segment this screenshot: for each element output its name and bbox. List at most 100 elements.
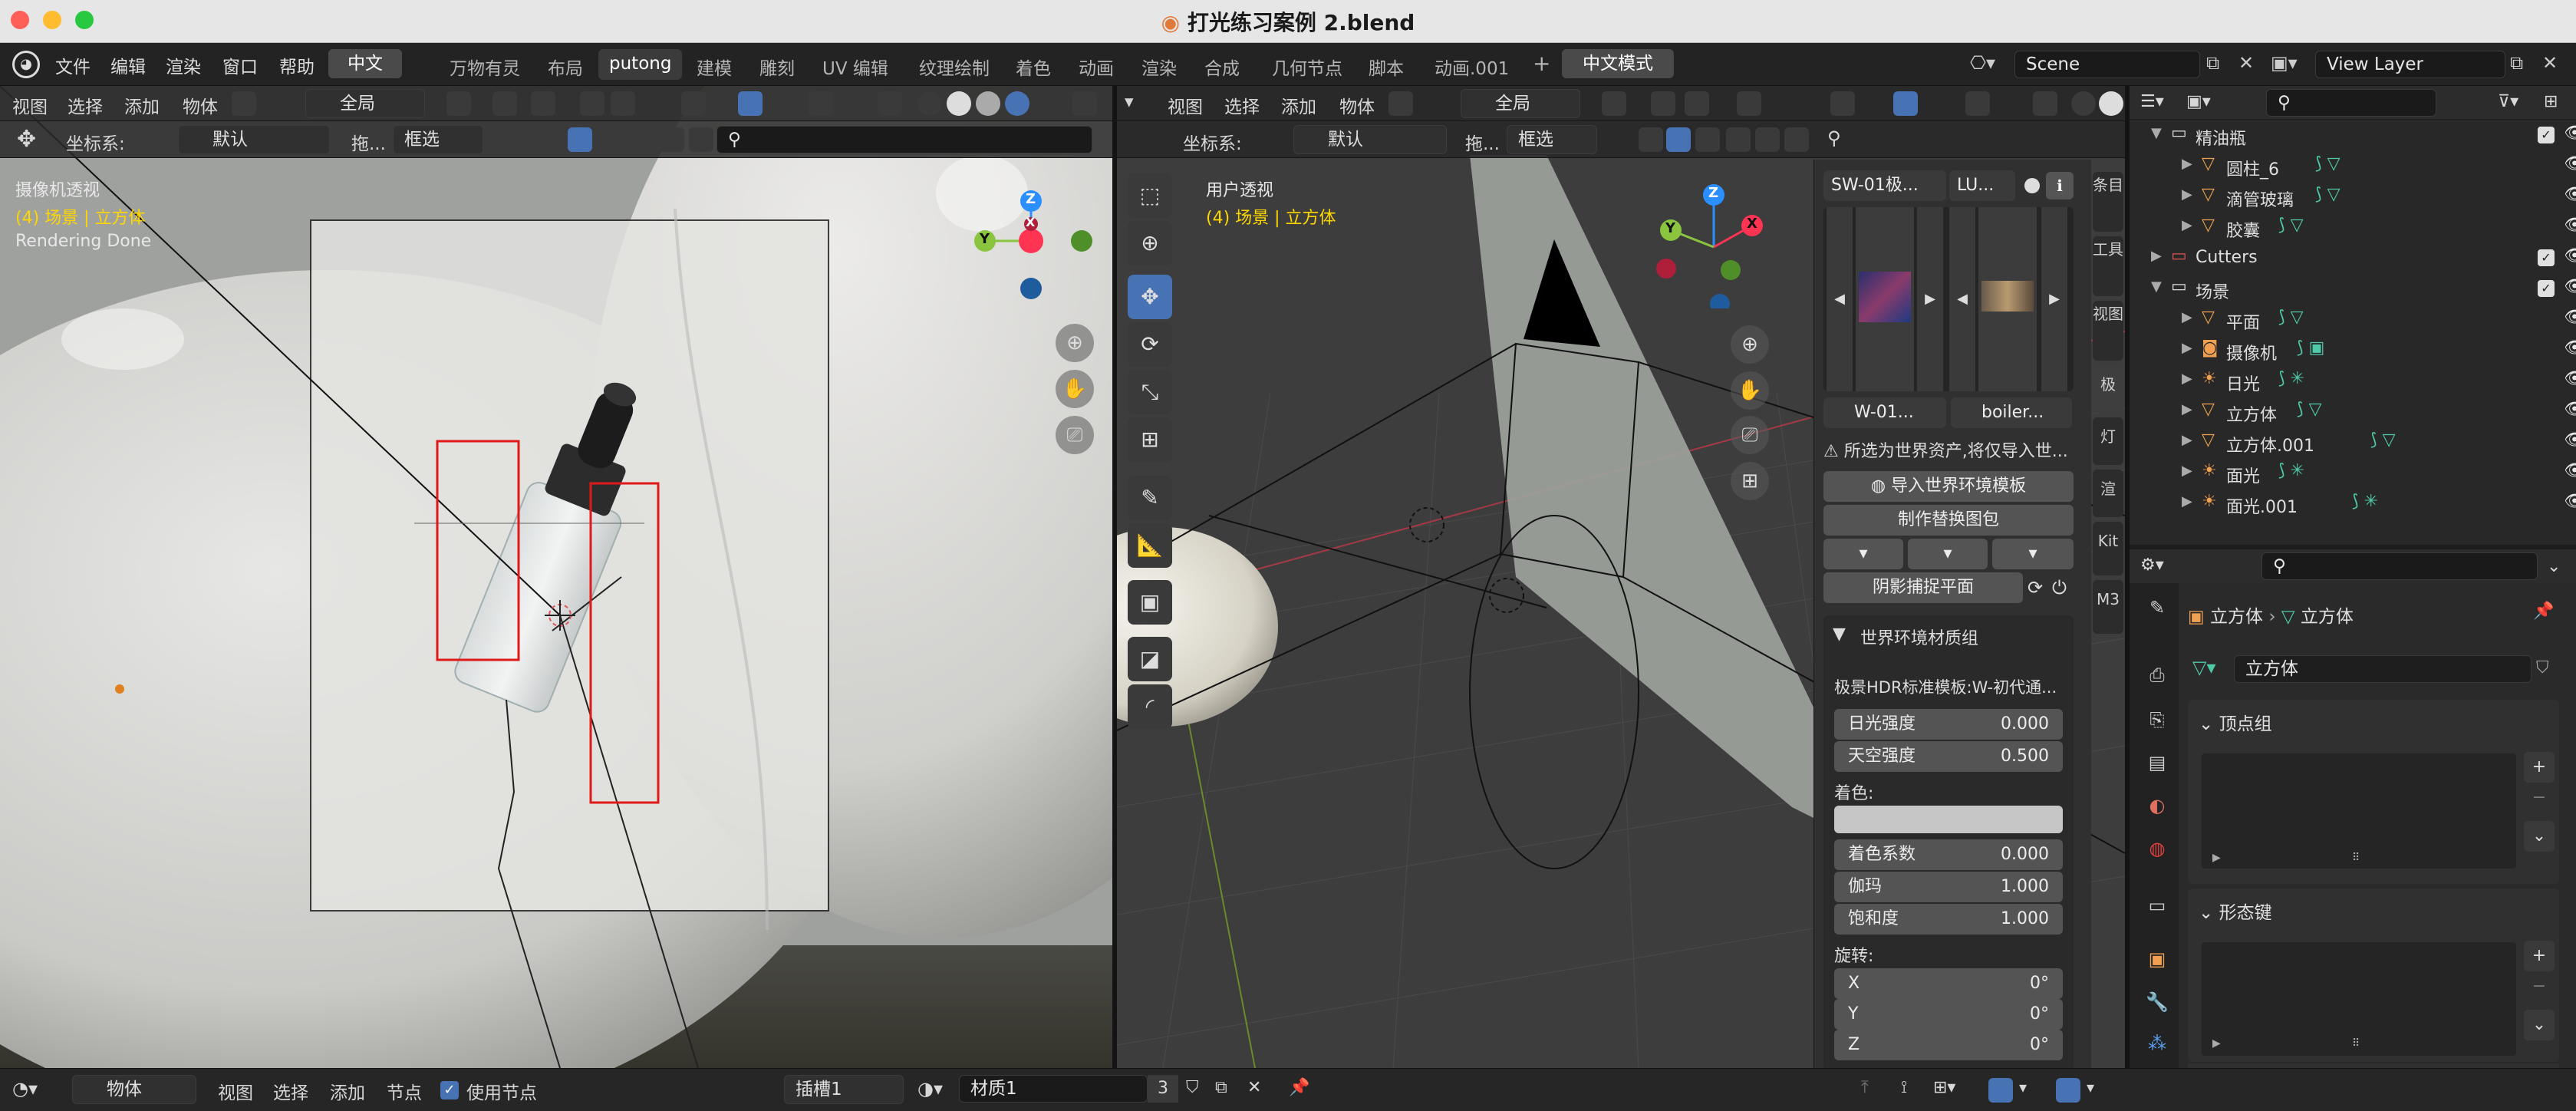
object-mode-icon[interactable] [232,91,256,116]
collapsed-chevron-icon[interactable]: ▶ [2151,248,2162,264]
drag-dropdown[interactable]: 框选 [1507,125,1597,154]
move-tool-icon[interactable]: ✥ [1128,275,1172,319]
drag-dropdown[interactable]: 框选 [393,125,483,154]
collapsed-chevron-icon[interactable]: ▶ [2182,463,2192,479]
tab-workspace[interactable]: 动画.001 [1424,49,1520,80]
menu-node[interactable]: 节点 [387,1078,422,1104]
tint-color-swatch[interactable] [1834,806,2063,833]
pivot-icon[interactable] [1602,91,1626,116]
editor-type-icon[interactable]: ⚙▾ [2140,556,2164,575]
collapse-icon[interactable]: ▼ [1833,625,1846,644]
compositor-icon[interactable] [1784,127,1809,152]
menu-add[interactable]: 添加 [330,1078,365,1104]
menu-select[interactable]: 选择 [1224,92,1260,118]
object-data-icon[interactable]: ⟆ ▽ [2315,154,2340,173]
copy-scene-icon[interactable]: ⧉ [2206,52,2219,74]
outliner-row[interactable]: ▶▽立方体.001⟆ ▽👁⎙ [2130,427,2576,457]
refresh-icon[interactable]: ⟳ [2028,577,2043,598]
exclude-checkbox[interactable]: ✓ [2538,280,2555,297]
select-tool-icon[interactable]: ⬚ [1128,173,1172,218]
blender-logo-icon[interactable]: ◕ [12,51,40,78]
scale-tool-icon[interactable]: ⤡ [1128,370,1172,414]
collapsed-chevron-icon[interactable]: ▶ [2182,217,2192,233]
overlay-icon[interactable] [1988,1078,2013,1103]
backdrop-dropdown-icon[interactable]: ▾ [2087,1078,2094,1096]
menu-view[interactable]: 视图 [1168,92,1203,118]
collapsed-chevron-icon[interactable]: ▶ [2182,401,2192,417]
outliner-row[interactable]: ▶▽立方体⟆ ▽👁⎙ [2130,396,2576,427]
scene-tab-icon[interactable]: ◐ [2142,790,2172,821]
collapsed-chevron-icon[interactable]: ▶ [2182,156,2192,172]
tab-workspace[interactable]: 雕刻 [749,49,805,80]
scene-name-field[interactable]: Scene [2014,51,2200,78]
preset-dot-icon[interactable] [2024,178,2040,193]
xray-icon[interactable] [2033,91,2057,116]
eye-icon[interactable]: 👁 [2564,308,2576,327]
sun-strength-field[interactable]: 日光强度 0.000 [1834,709,2063,740]
camera-view-icon[interactable]: ⎚ [1056,416,1094,454]
add-workspace-button[interactable]: + [1522,49,1561,80]
eye-icon[interactable]: 👁 [2564,216,2576,235]
material-icon[interactable] [1695,127,1720,152]
add-shape-key-button[interactable]: + [2524,941,2555,971]
falloff-icon[interactable] [611,91,635,116]
tab-workspace[interactable]: 着色 [1005,49,1062,80]
next-preview-icon[interactable]: ▶ [1917,207,1943,391]
pivot-icon[interactable] [446,91,471,116]
eye-icon[interactable]: 👁 [2564,400,2576,419]
next-preview-icon[interactable]: ▶ [2041,207,2067,391]
snap-icon[interactable] [1651,91,1675,116]
render-icon[interactable] [1755,127,1780,152]
npanel-dropdown[interactable]: ▾ [1992,539,2074,569]
backdrop-icon[interactable] [2056,1078,2080,1103]
tab-m3[interactable]: M3 [2093,580,2123,634]
shape-keys-header[interactable]: ⌄ 形态键 [2199,898,2272,924]
view-layer-field[interactable]: View Layer [2315,51,2505,78]
modifier-tab-icon[interactable]: 🔧 [2142,987,2172,1017]
select-box-mode-icon[interactable] [568,127,592,152]
color-picker-icon[interactable] [1639,127,1663,152]
exclude-checkbox[interactable]: ✓ [2538,127,2555,143]
outliner-row[interactable]: ▶☀面光.001⟆ ✳👁⎙ [2130,488,2576,519]
wireframe-shading-icon[interactable] [917,91,942,116]
material-user-count[interactable]: 3 [1148,1075,1178,1103]
tab-workspace[interactable]: putong [598,49,683,80]
tool-tab-icon[interactable]: ✎ [2142,592,2172,623]
search-icon[interactable]: ⚲ [1827,127,1841,149]
sky-strength-field[interactable]: 天空强度 0.500 [1834,741,2063,772]
properties-search-input[interactable]: ⚲ [2261,552,2538,580]
solid-shading-icon[interactable] [2099,91,2123,116]
tab-workspace[interactable]: 脚本 [1358,49,1415,80]
remove-vertex-group-button[interactable]: − [2524,783,2555,813]
menu-help[interactable]: 帮助 [279,52,315,78]
preview-slot[interactable] [1978,207,2037,391]
vertex-group-specials-button[interactable]: ⌄ [2524,821,2555,852]
tab-workspace[interactable]: 布局 [537,49,594,80]
navigation-gizmo[interactable]: Z Y X [970,178,1100,308]
material-browse-icon[interactable]: ◑▾ [917,1078,943,1099]
tint-factor-field[interactable]: 着色系数 0.000 [1834,839,2063,870]
rotation-z-field[interactable]: Z 0° [1834,1030,2063,1060]
snap-increment-icon[interactable] [531,91,555,116]
eye-icon[interactable]: 👁 [2564,154,2576,173]
view-layer-icon[interactable]: ▣▾ [2271,52,2298,74]
menu-object[interactable]: 物体 [183,92,218,118]
xray-icon[interactable] [878,91,902,116]
coord-dropdown[interactable]: 默认 [178,125,330,154]
tab-tool[interactable]: 工具 [2093,236,2123,296]
outliner-row[interactable]: ▶▽圆柱_6⟆ ▽👁⎙ [2130,150,2576,181]
expanded-chevron-icon[interactable]: ▼ [2151,125,2162,141]
menu-render[interactable]: 渲染 [166,52,201,78]
vertex-groups-header[interactable]: ⌄ 顶点组 [2199,709,2272,735]
options-chevron-icon[interactable]: ⌄ [2547,557,2561,576]
menu-add[interactable]: 添加 [1281,92,1316,118]
object-data-icon[interactable]: ⟆ ▽ [2297,400,2322,419]
overlay-icon[interactable] [809,91,833,116]
outliner-row[interactable]: ▶▽滴管玻璃⟆ ▽👁⎙ [2130,181,2576,212]
measure-tool-icon[interactable]: 📐 [1128,523,1172,568]
output-tab-icon[interactable]: ⎘ [2142,704,2172,735]
prev-preview-icon[interactable]: ◀ [1949,207,1975,391]
shape-key-list[interactable]: ▶ ⠿ [2202,942,2516,1056]
coord-dropdown[interactable]: 默认 [1293,125,1447,154]
slot-dropdown[interactable]: 插槽1 [784,1075,904,1104]
